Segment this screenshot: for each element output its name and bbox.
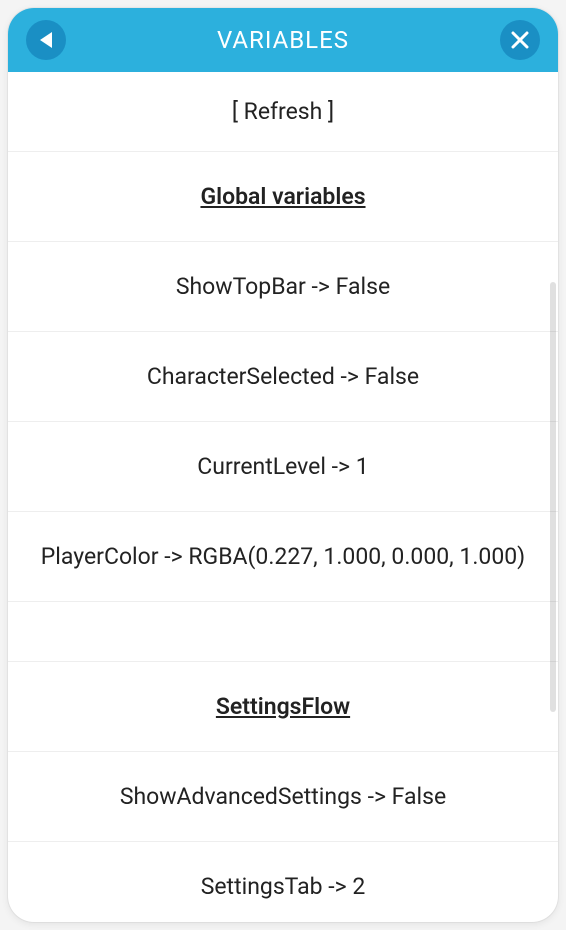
variable-text: CurrentLevel -> 1 (197, 451, 368, 482)
variable-row[interactable]: CharacterSelected -> False (8, 332, 558, 422)
section-heading-settingsflow: SettingsFlow (8, 662, 558, 752)
scrollbar-thumb[interactable] (550, 282, 556, 712)
variable-row[interactable]: ShowTopBar -> False (8, 242, 558, 332)
variable-text: ShowAdvancedSettings -> False (120, 781, 446, 812)
close-icon (511, 31, 529, 49)
section-heading-label: SettingsFlow (216, 691, 350, 722)
section-heading-label: Global variables (200, 181, 365, 212)
section-heading-global: Global variables (8, 152, 558, 242)
refresh-label: [ Refresh ] (232, 96, 334, 127)
variables-panel: VARIABLES [ Refresh ] Global variables S… (8, 8, 558, 922)
variable-row[interactable]: CurrentLevel -> 1 (8, 422, 558, 512)
back-icon (38, 31, 54, 49)
panel-title: VARIABLES (66, 26, 500, 54)
variable-row[interactable]: ShowAdvancedSettings -> False (8, 752, 558, 842)
variable-row[interactable]: SettingsTab -> 2 (8, 842, 558, 922)
back-button[interactable] (26, 20, 66, 60)
section-gap (8, 602, 558, 662)
panel-content[interactable]: [ Refresh ] Global variables ShowTopBar … (8, 72, 558, 922)
close-button[interactable] (500, 20, 540, 60)
variable-text: PlayerColor -> RGBA(0.227, 1.000, 0.000,… (41, 541, 525, 572)
refresh-row[interactable]: [ Refresh ] (8, 72, 558, 152)
variable-row[interactable]: PlayerColor -> RGBA(0.227, 1.000, 0.000,… (8, 512, 558, 602)
variable-text: ShowTopBar -> False (176, 271, 390, 302)
variable-text: CharacterSelected -> False (147, 361, 419, 392)
panel-header: VARIABLES (8, 8, 558, 72)
variable-text: SettingsTab -> 2 (201, 871, 366, 902)
